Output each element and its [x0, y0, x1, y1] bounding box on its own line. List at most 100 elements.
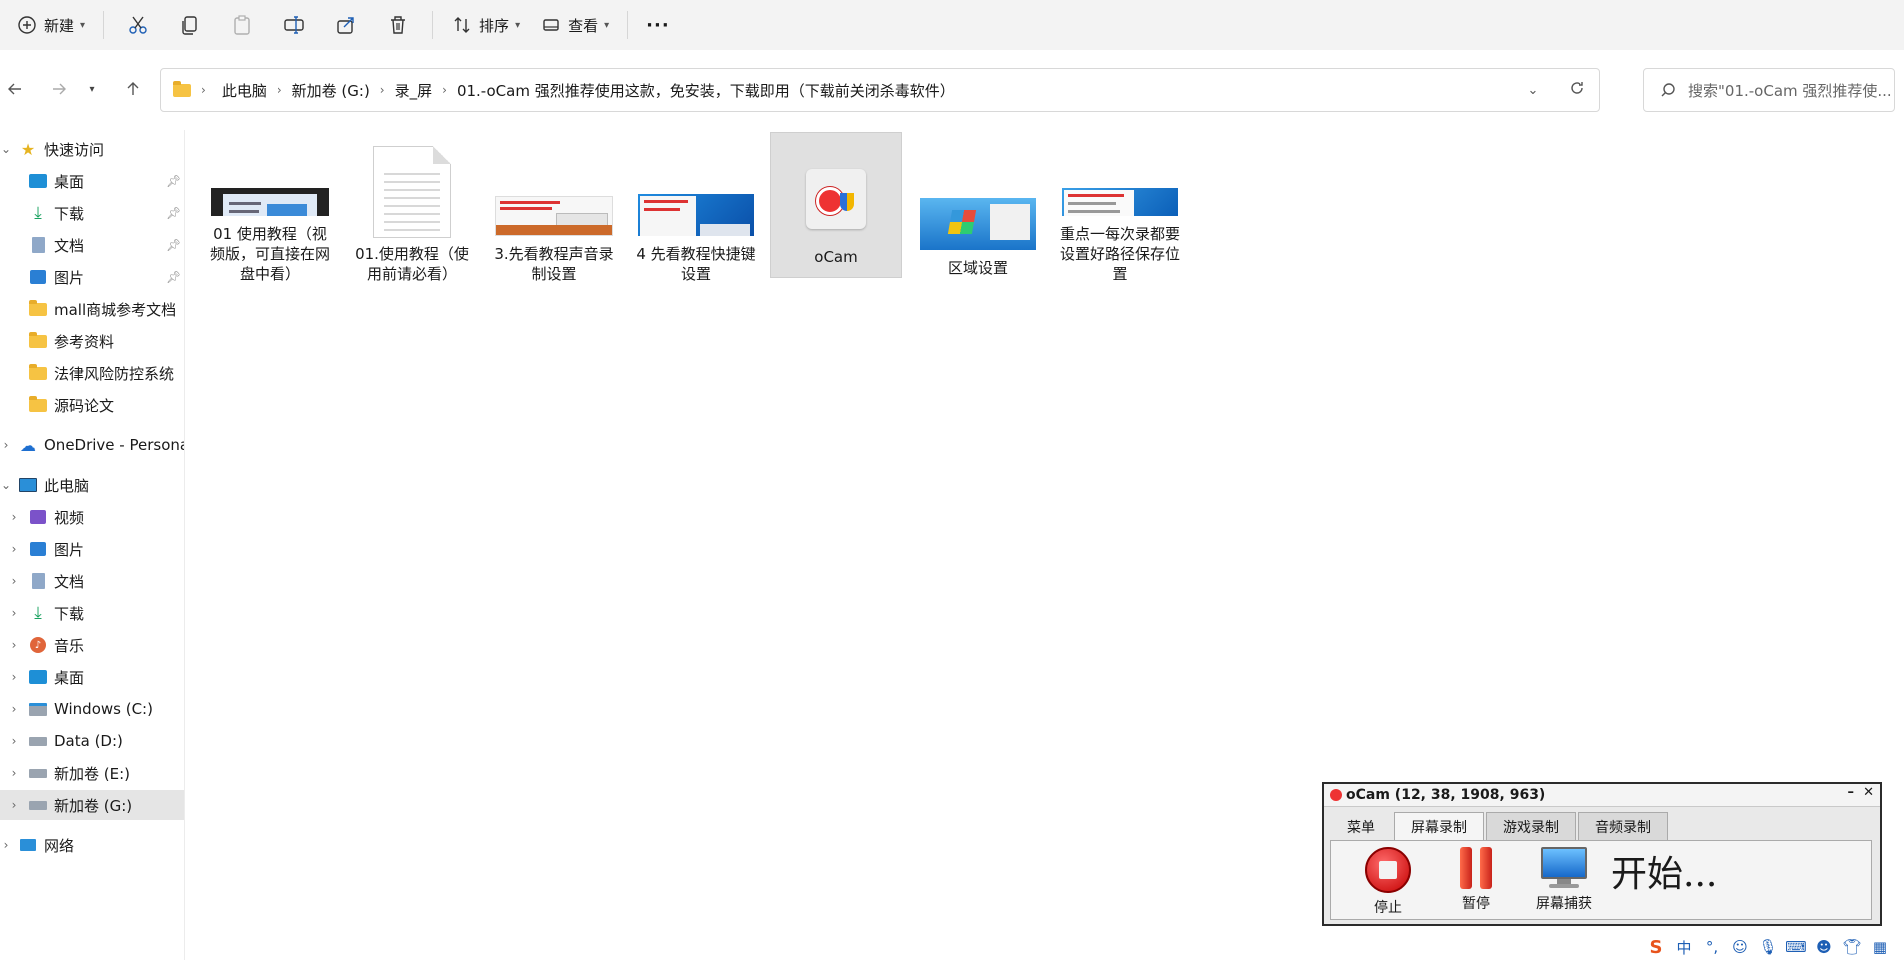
ocam-minimize-button[interactable]: – — [1848, 785, 1855, 800]
file-item[interactable]: 01.使用教程（使用前请必看） — [346, 134, 478, 284]
ocam-capture-button[interactable]: 屏幕捕获 — [1529, 847, 1599, 917]
sidebar-item-drive-c[interactable]: › Windows (C:) — [0, 694, 184, 724]
monitor-icon — [1541, 847, 1587, 889]
toolbar-divider — [627, 11, 629, 39]
pin-icon[interactable]: 📌︎ — [166, 238, 181, 252]
address-bar[interactable]: › 此电脑 › 新加卷 (G:) › 录_屏 › 01.-oCam 强烈推荐使用… — [160, 68, 1600, 112]
user-icon[interactable]: ☻ — [1814, 937, 1834, 957]
breadcrumb-drive-g[interactable]: 新加卷 (G:) — [292, 80, 370, 101]
emoji-icon[interactable]: ☺ — [1730, 937, 1750, 957]
sidebar-item-documents[interactable]: 文档 📌︎ — [0, 230, 184, 260]
recent-locations-button[interactable]: ▾ — [82, 74, 102, 104]
trash-icon — [391, 16, 406, 34]
paste-button[interactable] — [216, 7, 268, 43]
document-icon — [28, 235, 48, 255]
search-box[interactable]: 搜索"01.-oCam 强烈推荐使... — [1643, 68, 1895, 112]
pin-icon[interactable]: 📌︎ — [166, 270, 181, 284]
pin-icon[interactable]: 📌︎ — [166, 206, 181, 220]
punctuation-icon[interactable]: °, — [1702, 937, 1722, 957]
clipboard-icon — [234, 15, 250, 35]
file-name: 4 先看教程快捷键设置 — [636, 245, 756, 283]
ocam-title-bar[interactable]: oCam (12, 38, 1908, 963) – ✕ — [1324, 784, 1880, 807]
sort-button[interactable]: 排序 ▾ — [441, 7, 530, 43]
sidebar-network[interactable]: › 网络 — [0, 830, 184, 860]
breadcrumb-recording[interactable]: 录_屏 — [395, 80, 433, 101]
copy-button[interactable] — [164, 7, 216, 43]
forward-button[interactable] — [44, 74, 74, 104]
address-history-button[interactable]: ⌄ — [1511, 83, 1555, 98]
sidebar-item-drive-d[interactable]: › Data (D:) — [0, 726, 184, 756]
sidebar-item-pictures[interactable]: › 图片 — [0, 534, 184, 564]
view-label: 查看 — [568, 16, 599, 35]
toolbar-divider — [103, 11, 105, 39]
chevron-right-icon: › — [3, 438, 9, 452]
image-thumbnail — [638, 194, 754, 236]
chevron-right-icon: › — [11, 606, 17, 620]
breadcrumb-this-pc[interactable]: 此电脑 — [222, 80, 267, 101]
file-item[interactable]: 01 使用教程（视频版，可直接在网盘中看） — [204, 134, 336, 284]
up-button[interactable] — [118, 74, 148, 104]
cloud-icon: ☁ — [20, 435, 36, 455]
toolbar-divider — [432, 11, 434, 39]
ocam-tab-menu[interactable]: 菜单 — [1330, 812, 1392, 841]
file-item[interactable]: 重点一每次录都要设置好路径保存位置 — [1054, 134, 1186, 284]
new-button[interactable]: 新建 ▾ — [6, 7, 95, 43]
view-button[interactable]: 查看 ▾ — [530, 7, 619, 43]
file-item-selected[interactable]: oCam — [770, 132, 902, 278]
breadcrumb-current-folder[interactable]: 01.-oCam 强烈推荐使用这款，免安装，下载即用（下载前关闭杀毒软件） — [457, 80, 955, 101]
share-button[interactable] — [320, 7, 372, 43]
chevron-right-icon: › — [11, 574, 17, 588]
sidebar-item-folder[interactable]: 参考资料 — [0, 326, 184, 356]
sidebar-item-desktop[interactable]: 桌面 📌︎ — [0, 166, 184, 196]
grid-icon[interactable]: ▦ — [1870, 937, 1890, 957]
sidebar-item-pictures[interactable]: 图片 📌︎ — [0, 262, 184, 292]
back-button[interactable] — [0, 74, 30, 104]
sidebar-item-desktop[interactable]: › 桌面 — [0, 662, 184, 692]
sidebar-item-videos[interactable]: › 视频 — [0, 502, 184, 532]
ocam-tab-screen-record[interactable]: 屏幕录制 — [1394, 812, 1484, 841]
folder-icon — [28, 331, 48, 351]
download-icon: ⤓ — [34, 603, 42, 623]
delete-button[interactable] — [372, 7, 424, 43]
more-options-button[interactable]: ··· — [636, 7, 680, 43]
sidebar-label: mall商城参考文档 — [54, 300, 177, 319]
file-item[interactable]: 3.先看教程声音录制设置 — [488, 134, 620, 284]
file-item[interactable]: 4 先看教程快捷键设置 — [630, 134, 762, 284]
keyboard-icon[interactable]: ⌨ — [1785, 937, 1807, 957]
sidebar-item-documents[interactable]: › 文档 — [0, 566, 184, 596]
folder-icon — [28, 363, 48, 383]
ocam-pause-button[interactable]: 暂停 — [1441, 847, 1511, 917]
refresh-button[interactable] — [1555, 80, 1599, 100]
sidebar-item-folder[interactable]: 源码论文 — [0, 390, 184, 420]
rename-icon — [284, 16, 304, 34]
sidebar-item-drive-g[interactable]: › 新加卷 (G:) — [0, 790, 184, 820]
shirt-icon[interactable]: 👕︎ — [1842, 937, 1862, 957]
rename-button[interactable] — [268, 7, 320, 43]
arrow-up-icon — [127, 82, 139, 95]
ocam-stop-button[interactable]: 停止 — [1353, 847, 1423, 917]
ocam-close-button[interactable]: ✕ — [1863, 785, 1874, 800]
file-item[interactable]: 区域设置 — [912, 134, 1044, 284]
refresh-icon — [1571, 82, 1583, 94]
sidebar-item-folder[interactable]: mall商城参考文档 — [0, 294, 184, 324]
sidebar-item-drive-e[interactable]: › 新加卷 (E:) — [0, 758, 184, 788]
microphone-icon[interactable]: 🎙︎ — [1758, 937, 1778, 957]
sidebar-item-folder[interactable]: 法律风险防控系统 — [0, 358, 184, 388]
sidebar-onedrive[interactable]: › ☁ OneDrive - Persona — [0, 430, 184, 460]
ocam-tab-audio-record[interactable]: 音频录制 — [1578, 812, 1668, 841]
sidebar-item-music[interactable]: › ♪ 音乐 — [0, 630, 184, 660]
ocam-tab-game-record[interactable]: 游戏录制 — [1486, 812, 1576, 841]
sidebar-this-pc[interactable]: ⌄ 此电脑 — [0, 470, 184, 500]
sidebar-quick-access[interactable]: ⌄ ★ 快速访问 — [0, 134, 184, 164]
pin-icon[interactable]: 📌︎ — [166, 174, 181, 188]
cut-button[interactable] — [112, 7, 164, 43]
address-actions: ⌄ — [1511, 69, 1599, 111]
sogou-ime-icon[interactable]: S — [1646, 937, 1666, 958]
sidebar-item-downloads[interactable]: › ⤓ 下载 — [0, 598, 184, 628]
sidebar-item-downloads[interactable]: ⤓ 下载 📌︎ — [0, 198, 184, 228]
sidebar-label: 参考资料 — [54, 332, 115, 351]
navigation-row: ▾ › 此电脑 › 新加卷 (G:) › 录_屏 › 01.-oCam 强烈推荐… — [0, 60, 1904, 120]
file-name: 重点一每次录都要设置好路径保存位置 — [1059, 225, 1180, 283]
ime-mode-indicator[interactable]: 中 — [1674, 937, 1694, 957]
chevron-right-icon: › — [11, 798, 17, 812]
